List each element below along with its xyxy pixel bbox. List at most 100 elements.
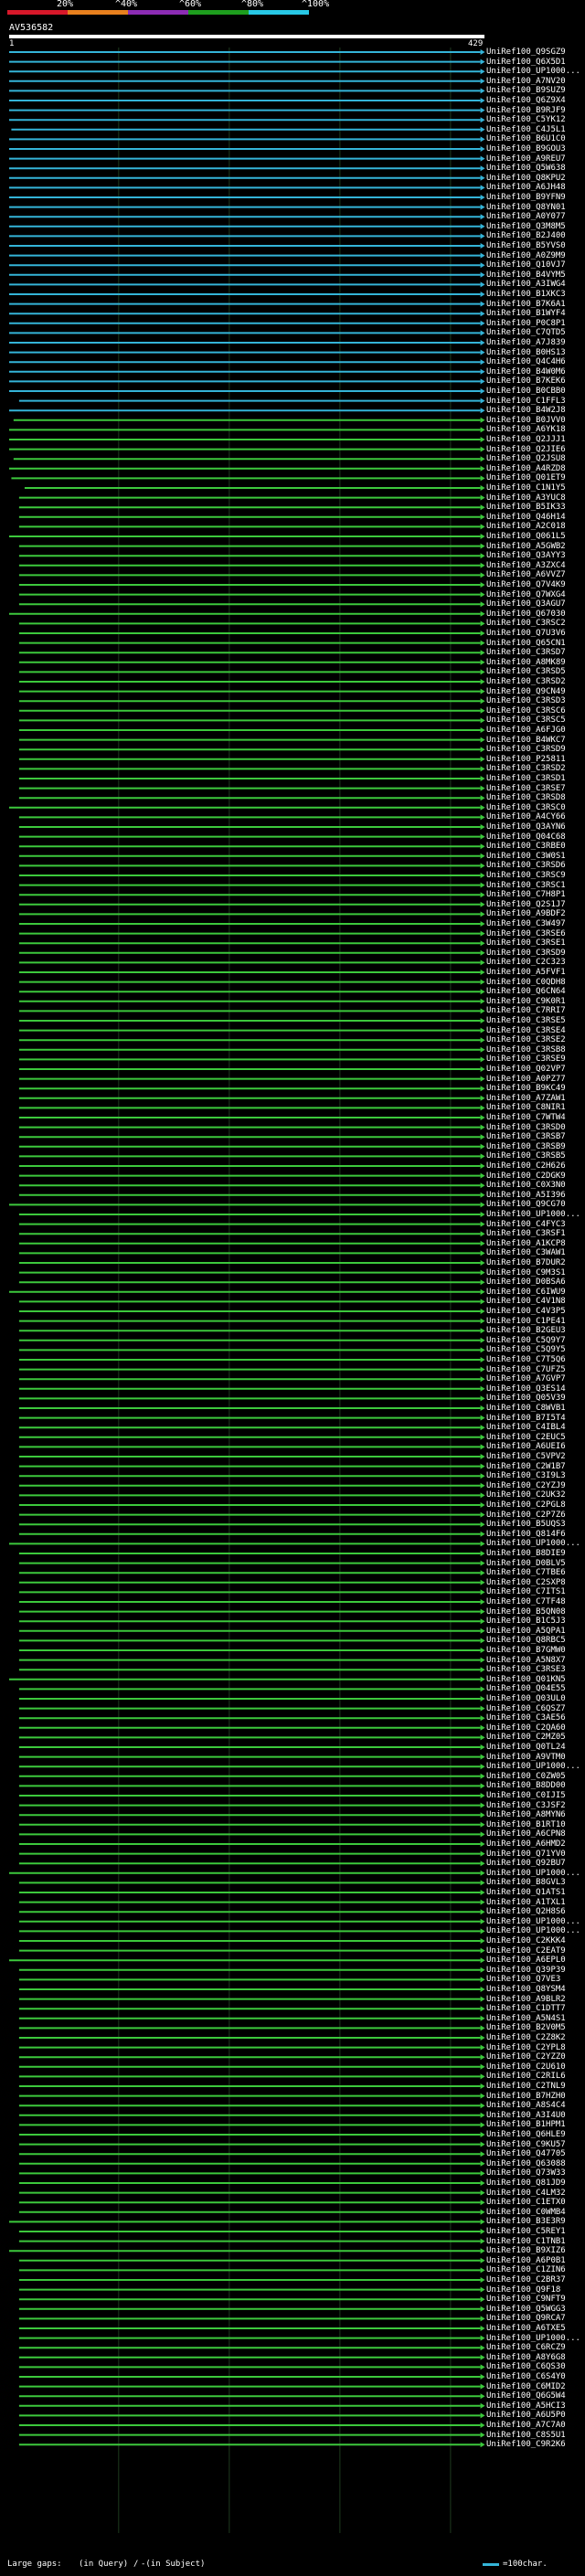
hit-label[interactable]: UniRef100_C4J5L1 bbox=[486, 125, 566, 134]
hit-label[interactable]: UniRef100_C3JSF2 bbox=[486, 1801, 566, 1810]
hit-label[interactable]: UniRef100_C3RSD0 bbox=[486, 1123, 566, 1132]
hit-label[interactable]: UniRef100_C0ZW05 bbox=[486, 1772, 566, 1781]
hit-label[interactable]: UniRef100_Q8KPU2 bbox=[486, 174, 566, 183]
hit-label[interactable]: UniRef100_C2C323 bbox=[486, 958, 566, 967]
hit-label[interactable]: UniRef100_UP1000... bbox=[486, 1869, 580, 1878]
hit-label[interactable]: UniRef100_C6MID2 bbox=[486, 2382, 566, 2391]
hit-label[interactable]: UniRef100_C2Z8K2 bbox=[486, 2033, 566, 2042]
hit-label[interactable]: UniRef100_C7QTD5 bbox=[486, 328, 566, 337]
hit-label[interactable]: UniRef100_C5REY1 bbox=[486, 2227, 566, 2236]
hit-label[interactable]: UniRef100_A8MK89 bbox=[486, 658, 566, 667]
hit-label[interactable]: UniRef100_UP1000... bbox=[486, 1762, 580, 1771]
hit-label[interactable]: UniRef100_C3RSD1 bbox=[486, 774, 566, 783]
hit-label[interactable]: UniRef100_Q71YV0 bbox=[486, 1850, 566, 1859]
hit-label[interactable]: UniRef100_B1WYF4 bbox=[486, 309, 566, 318]
hit-label[interactable]: UniRef100_Q6CN64 bbox=[486, 987, 566, 996]
hit-label[interactable]: UniRef100_B5YVS0 bbox=[486, 241, 566, 250]
hit-label[interactable]: UniRef100_A5GWB2 bbox=[486, 542, 566, 551]
hit-label[interactable]: UniRef100_B1RT10 bbox=[486, 1820, 566, 1829]
hit-label[interactable]: UniRef100_UP1000... bbox=[486, 1917, 580, 1926]
hit-label[interactable]: UniRef100_Q67030 bbox=[486, 610, 566, 619]
hit-label[interactable]: UniRef100_Q8RBC5 bbox=[486, 1636, 566, 1645]
hit-label[interactable]: UniRef100_Q7V4K9 bbox=[486, 580, 566, 589]
hit-label[interactable]: UniRef100_C0X3N0 bbox=[486, 1181, 566, 1190]
hit-label[interactable]: UniRef100_Q814F6 bbox=[486, 1530, 566, 1539]
hit-label[interactable]: UniRef100_B9KC49 bbox=[486, 1084, 566, 1093]
hit-label[interactable]: UniRef100_Q7WXG4 bbox=[486, 590, 566, 599]
hit-label[interactable]: UniRef100_Q0TL24 bbox=[486, 1743, 566, 1752]
hit-label[interactable]: UniRef100_C2UK32 bbox=[486, 1490, 566, 1500]
hit-label[interactable]: UniRef100_Q04C68 bbox=[486, 832, 566, 842]
hit-label[interactable]: UniRef100_C3RSF1 bbox=[486, 1229, 566, 1238]
hit-label[interactable]: UniRef100_D0BSA6 bbox=[486, 1277, 566, 1287]
hit-label[interactable]: UniRef100_B0HS13 bbox=[486, 348, 566, 357]
hit-label[interactable]: UniRef100_C7TBE6 bbox=[486, 1568, 566, 1577]
hit-label[interactable]: UniRef100_Q1ATS1 bbox=[486, 1888, 566, 1897]
hit-label[interactable]: UniRef100_A9REU7 bbox=[486, 154, 566, 164]
hit-label[interactable]: UniRef100_C3RSE7 bbox=[486, 784, 566, 793]
hit-label[interactable]: UniRef100_C8WVB1 bbox=[486, 1404, 566, 1413]
hit-label[interactable]: UniRef100_B5QN08 bbox=[486, 1607, 566, 1617]
hit-label[interactable]: UniRef100_Q46H14 bbox=[486, 513, 566, 522]
hit-label[interactable]: UniRef100_A1KCP8 bbox=[486, 1239, 566, 1248]
hit-label[interactable]: UniRef100_Q9CN49 bbox=[486, 687, 566, 696]
hit-label[interactable]: UniRef100_B7I5T4 bbox=[486, 1414, 566, 1423]
hit-label[interactable]: UniRef100_C4FYC3 bbox=[486, 1220, 566, 1229]
hit-label[interactable]: UniRef100_Q3ES14 bbox=[486, 1384, 566, 1394]
hit-label[interactable]: UniRef100_C7RRI7 bbox=[486, 1006, 566, 1015]
hit-label[interactable]: UniRef100_Q01ET9 bbox=[486, 473, 566, 482]
hit-label[interactable]: UniRef100_C7TF48 bbox=[486, 1597, 566, 1606]
hit-label[interactable]: UniRef100_C4IBL4 bbox=[486, 1423, 566, 1432]
hit-label[interactable]: UniRef100_C3W497 bbox=[486, 919, 566, 928]
hit-label[interactable]: UniRef100_C3RSC6 bbox=[486, 706, 566, 716]
hit-label[interactable]: UniRef100_B6U1C0 bbox=[486, 134, 566, 143]
hit-label[interactable]: UniRef100_C3RSD5 bbox=[486, 667, 566, 676]
hit-label[interactable]: UniRef100_C3RSD8 bbox=[486, 793, 566, 802]
hit-label[interactable]: UniRef100_C4LM32 bbox=[486, 2189, 566, 2198]
hit-label[interactable]: UniRef100_B1HPM1 bbox=[486, 2120, 566, 2129]
hit-label[interactable]: UniRef100_C3RSE1 bbox=[486, 938, 566, 948]
hit-label[interactable]: UniRef100_Q3AYN6 bbox=[486, 822, 566, 832]
hit-label[interactable]: UniRef100_C5YK12 bbox=[486, 115, 566, 124]
hit-label[interactable]: UniRef100_B7DUR2 bbox=[486, 1258, 566, 1267]
hit-label[interactable]: UniRef100_B7KEK6 bbox=[486, 376, 566, 386]
hit-label[interactable]: UniRef100_B7K6A1 bbox=[486, 300, 566, 309]
hit-label[interactable]: UniRef100_B2V0M5 bbox=[486, 2023, 566, 2032]
hit-label[interactable]: UniRef100_C6S4Y0 bbox=[486, 2372, 566, 2381]
hit-label[interactable]: UniRef100_A7ZAW1 bbox=[486, 1094, 566, 1103]
hit-label[interactable]: UniRef100_C3RSE5 bbox=[486, 1016, 566, 1025]
hit-label[interactable]: UniRef100_Q04E55 bbox=[486, 1684, 566, 1693]
hit-label[interactable]: UniRef100_Q73W33 bbox=[486, 2168, 566, 2178]
hit-label[interactable]: UniRef100_Q01KN5 bbox=[486, 1675, 566, 1684]
hit-label[interactable]: UniRef100_A0Y077 bbox=[486, 212, 566, 221]
hit-label[interactable]: UniRef100_C4V3P5 bbox=[486, 1307, 566, 1316]
hit-label[interactable]: UniRef100_B2GEU3 bbox=[486, 1326, 566, 1335]
hit-label[interactable]: UniRef100_C1DTT7 bbox=[486, 2004, 566, 2013]
hit-label[interactable]: UniRef100_Q2H8S6 bbox=[486, 1907, 566, 1916]
hit-label[interactable]: UniRef100_C9M3S1 bbox=[486, 1268, 566, 1277]
hit-label[interactable]: UniRef100_Q9RCA7 bbox=[486, 2314, 566, 2323]
hit-label[interactable]: UniRef100_A2C018 bbox=[486, 522, 566, 531]
hit-label[interactable]: UniRef100_C3RSD7 bbox=[486, 648, 566, 657]
hit-label[interactable]: UniRef100_B7HZH0 bbox=[486, 2092, 566, 2101]
hit-label[interactable]: UniRef100_C3RSB9 bbox=[486, 1142, 566, 1151]
hit-label[interactable]: UniRef100_A6TXE5 bbox=[486, 2324, 566, 2333]
hit-label[interactable]: UniRef100_C7WTW4 bbox=[486, 1113, 566, 1122]
hit-label[interactable]: UniRef100_A0PZ77 bbox=[486, 1075, 566, 1084]
hit-label[interactable]: UniRef100_A6FJG0 bbox=[486, 726, 566, 735]
hit-label[interactable]: UniRef100_C8S5U1 bbox=[486, 2431, 566, 2440]
hit-label[interactable]: UniRef100_C7UFZ5 bbox=[486, 1365, 566, 1374]
hit-label[interactable]: UniRef100_A5N4S1 bbox=[486, 2014, 566, 2023]
hit-label[interactable]: UniRef100_Q2S1J7 bbox=[486, 900, 566, 909]
hit-label[interactable]: UniRef100_B9SUZ9 bbox=[486, 86, 566, 95]
hit-label[interactable]: UniRef100_C3RSD2 bbox=[486, 677, 566, 686]
hit-label[interactable]: UniRef100_C0IJI5 bbox=[486, 1791, 566, 1800]
hit-label[interactable]: UniRef100_C9K0R1 bbox=[486, 997, 566, 1006]
hit-label[interactable]: UniRef100_C2DGK9 bbox=[486, 1171, 566, 1181]
hit-label[interactable]: UniRef100_Q9SGZ9 bbox=[486, 48, 566, 57]
hit-label[interactable]: UniRef100_Q02VP7 bbox=[486, 1065, 566, 1074]
hit-label[interactable]: UniRef100_A9BLR2 bbox=[486, 1995, 566, 2004]
hit-label[interactable]: UniRef100_A5N8X7 bbox=[486, 1656, 566, 1665]
hit-label[interactable]: UniRef100_B7GMW0 bbox=[486, 1646, 566, 1655]
hit-label[interactable]: UniRef100_A8MYN6 bbox=[486, 1810, 566, 1819]
